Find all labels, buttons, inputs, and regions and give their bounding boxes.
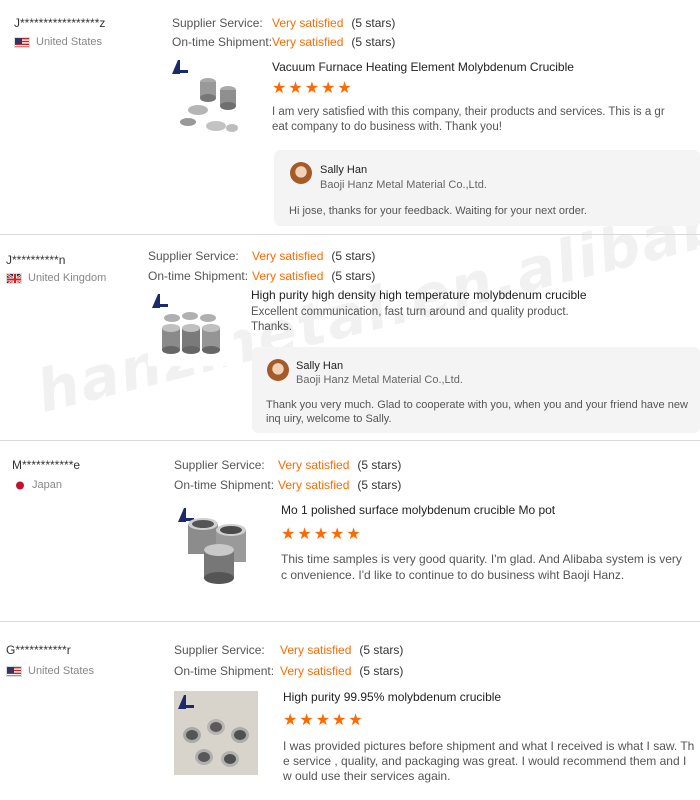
supplier-service-rating: Supplier Service: Very satisfied (5 stars) [174, 458, 401, 472]
review-divider [0, 440, 700, 441]
star-icon: ★ [346, 526, 361, 543]
review-divider [0, 621, 700, 622]
shipment-stars: (5 stars) [331, 269, 376, 283]
country-label: United Kingdom [28, 272, 107, 284]
buyer-country: United States [6, 665, 94, 677]
supplier-service-label: Supplier Service: [174, 643, 265, 657]
hanz-logo-icon [178, 508, 194, 522]
shipment-label: On-time Shipment: [148, 269, 249, 283]
supplier-service-label: Supplier Service: [174, 458, 265, 472]
shipment-stars: (5 stars) [359, 664, 404, 678]
hanz-logo-icon [152, 294, 168, 308]
product-image[interactable] [148, 290, 234, 366]
us-flag-icon [6, 665, 22, 677]
star-icon: ★ [272, 80, 287, 97]
buyer-country: Japan [14, 479, 62, 491]
product-image[interactable] [174, 502, 258, 588]
supplier-service-rating: Supplier Service: Very satisfied (5 stars) [174, 643, 403, 657]
star-icon: ★ [315, 712, 331, 729]
star-rating: ★ ★ ★ ★ ★ [281, 527, 361, 543]
shipment-stars: (5 stars) [357, 478, 402, 492]
review-comment: Excellent communication, fast turn aroun… [251, 306, 569, 333]
shipment-rating: On-time Shipment:Very satisfied (5 stars) [174, 478, 401, 492]
supplier-reply: Sally Han Baoji Hanz Metal Material Co.,… [274, 150, 700, 226]
star-icon: ★ [337, 80, 352, 97]
supplier-service-label: Supplier Service: [148, 249, 239, 263]
supplier-service-value: Very satisfied [280, 643, 352, 657]
supplier-service-stars: (5 stars) [331, 249, 376, 263]
avatar [267, 359, 289, 381]
product-title[interactable]: High purity high density high temperatur… [251, 288, 587, 302]
reply-name: Sally Han [320, 164, 368, 176]
product-title[interactable]: Vacuum Furnace Heating Element Molybdenu… [272, 60, 574, 74]
avatar [290, 162, 312, 184]
supplier-service-stars: (5 stars) [351, 16, 396, 30]
buyer-country: United States [14, 36, 102, 48]
shipment-rating: On-time Shipment:Very satisfied (5 stars) [172, 35, 395, 49]
supplier-service-label: Supplier Service: [172, 16, 263, 30]
shipment-stars: (5 stars) [351, 35, 396, 49]
star-rating: ★ ★ ★ ★ ★ [272, 81, 352, 97]
star-icon: ★ [297, 526, 312, 543]
star-icon: ★ [288, 80, 303, 97]
hanz-logo-icon [178, 695, 194, 709]
hanz-logo-icon [172, 60, 188, 74]
shipment-label: On-time Shipment: [172, 35, 273, 49]
japan-flag-icon [14, 480, 26, 491]
shipment-rating: On-time Shipment:Very satisfied (5 stars) [148, 269, 375, 283]
us-flag-icon [14, 36, 30, 48]
reply-text: Thank you very much. Glad to cooperate w… [266, 399, 688, 425]
review-comment: This time samples is very good quarity. … [281, 552, 682, 582]
star-icon: ★ [304, 80, 320, 97]
shipment-value: Very satisfied [272, 35, 344, 49]
supplier-reply: Sally Han Baoji Hanz Metal Material Co.,… [252, 347, 700, 433]
product-title[interactable]: Mo 1 polished surface molybdenum crucibl… [281, 503, 555, 517]
review-comment: I am very satisfied with this company, t… [272, 106, 665, 133]
shipment-value: Very satisfied [252, 269, 324, 283]
supplier-service-value: Very satisfied [252, 249, 324, 263]
star-rating: ★ ★ ★ ★ ★ [283, 713, 363, 729]
buyer-country: United Kingdom [6, 272, 106, 284]
shipment-value: Very satisfied [278, 478, 350, 492]
buyer-name: G***********r [6, 643, 71, 657]
supplier-service-value: Very satisfied [272, 16, 344, 30]
shipment-rating: On-time Shipment: Very satisfied (5 stars) [174, 664, 403, 678]
shipment-label: On-time Shipment: [174, 478, 275, 492]
supplier-service-stars: (5 stars) [359, 643, 404, 657]
star-icon: ★ [283, 712, 298, 729]
review-comment: I was provided pictures before shipment … [283, 739, 695, 783]
star-icon: ★ [299, 712, 314, 729]
reply-name: Sally Han [296, 360, 344, 372]
supplier-service-rating: Supplier Service: Very satisfied (5 stars) [148, 249, 375, 263]
buyer-name: J**********n [6, 253, 66, 267]
reply-text: Hi jose, thanks for your feedback. Waiti… [289, 205, 587, 217]
supplier-service-rating: Supplier Service: Very satisfied (5 stars) [172, 16, 395, 30]
buyer-name: J*****************z [14, 16, 106, 30]
star-icon: ★ [332, 712, 347, 729]
review-divider [0, 234, 700, 235]
product-image[interactable] [168, 56, 244, 142]
star-icon: ★ [281, 526, 296, 543]
supplier-service-stars: (5 stars) [357, 458, 402, 472]
country-label: Japan [32, 479, 62, 491]
product-image[interactable] [174, 691, 258, 775]
star-icon: ★ [313, 526, 329, 543]
country-label: United States [28, 665, 95, 677]
supplier-service-value: Very satisfied [278, 458, 350, 472]
shipment-value: Very satisfied [280, 664, 352, 678]
buyer-name: M***********e [12, 458, 81, 472]
reply-company: Baoji Hanz Metal Material Co.,Ltd. [296, 374, 463, 386]
star-icon: ★ [348, 712, 363, 729]
star-icon: ★ [321, 80, 336, 97]
product-title[interactable]: High purity 99.95% molybdenum crucible [283, 690, 501, 704]
shipment-label: On-time Shipment: [174, 664, 275, 678]
star-icon: ★ [330, 526, 345, 543]
uk-flag-icon [6, 272, 22, 284]
reply-company: Baoji Hanz Metal Material Co.,Ltd. [320, 179, 487, 191]
country-label: United States [36, 36, 103, 48]
